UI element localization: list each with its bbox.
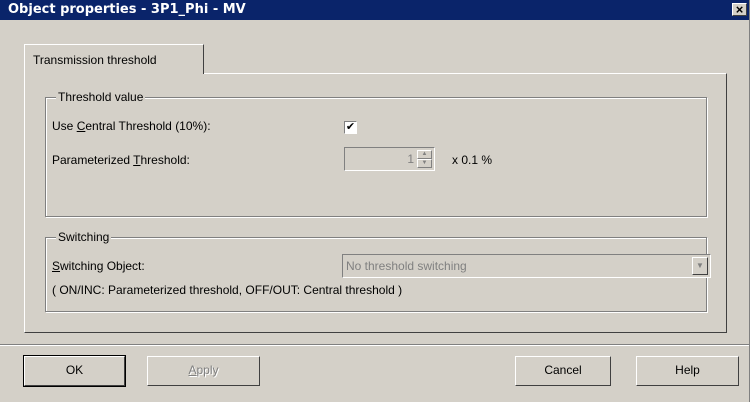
object-properties-dialog: Object properties - 3P1_Phi - MV × Trans… bbox=[0, 0, 750, 402]
spin-buttons: ▲ ▼ bbox=[417, 150, 432, 168]
title-bar[interactable]: Object properties - 3P1_Phi - MV × bbox=[0, 0, 749, 20]
parameterized-threshold-label: Parameterized Threshold: bbox=[52, 153, 190, 167]
down-arrow-icon[interactable]: ▼ bbox=[417, 159, 432, 168]
threshold-value-group: Threshold value Use Central Threshold (1… bbox=[45, 90, 707, 217]
tab-transmission-threshold[interactable]: Transmission threshold bbox=[24, 44, 204, 74]
up-arrow-icon[interactable]: ▲ bbox=[417, 150, 432, 159]
label-part: hreshold: bbox=[140, 153, 190, 167]
switching-note: ( ON/INC: Parameterized threshold, OFF/O… bbox=[52, 283, 403, 297]
label-part: Parameterized bbox=[52, 153, 134, 167]
close-button[interactable]: × bbox=[732, 3, 747, 16]
threshold-unit: x 0.1 % bbox=[452, 153, 493, 167]
button-separator bbox=[0, 344, 749, 346]
switching-group-title: Switching bbox=[56, 230, 112, 244]
parameterized-threshold-spinbox[interactable]: 1 ▲ ▼ bbox=[344, 147, 435, 171]
central-threshold-label[interactable]: Use Central Threshold (10%): bbox=[52, 119, 211, 133]
accelerator-key: T bbox=[133, 153, 141, 167]
accelerator-key: S bbox=[52, 259, 61, 273]
window-title: Object properties - 3P1_Phi - MV bbox=[8, 2, 246, 17]
dropdown-arrow-icon[interactable]: ▼ bbox=[692, 257, 708, 275]
label-part: witching Object: bbox=[60, 259, 145, 273]
combobox-selected-value: No threshold switching bbox=[346, 259, 467, 273]
button-label-part: pply bbox=[196, 363, 219, 377]
switching-group: Switching Switching Object: No threshold… bbox=[45, 230, 711, 312]
switching-object-label: Switching Object: bbox=[52, 259, 145, 273]
threshold-group-title: Threshold value bbox=[56, 90, 146, 104]
central-threshold-checkbox[interactable]: ✔ bbox=[344, 121, 357, 134]
tab-panel: Threshold value Use Central Threshold (1… bbox=[24, 73, 727, 333]
checkmark-icon: ✔ bbox=[345, 121, 356, 133]
apply-button[interactable]: Apply bbox=[147, 356, 260, 386]
label-part: entral Threshold (10%): bbox=[85, 119, 211, 133]
tab-label: Transmission threshold bbox=[33, 53, 157, 67]
accelerator-key: A bbox=[188, 363, 197, 377]
spinbox-value: 1 bbox=[407, 152, 414, 166]
cancel-button[interactable]: Cancel bbox=[515, 356, 611, 386]
label-part: Use bbox=[52, 119, 77, 133]
switching-object-combobox[interactable]: No threshold switching ▼ bbox=[342, 254, 711, 278]
help-button[interactable]: Help bbox=[636, 356, 739, 386]
ok-button[interactable]: OK bbox=[23, 355, 126, 387]
